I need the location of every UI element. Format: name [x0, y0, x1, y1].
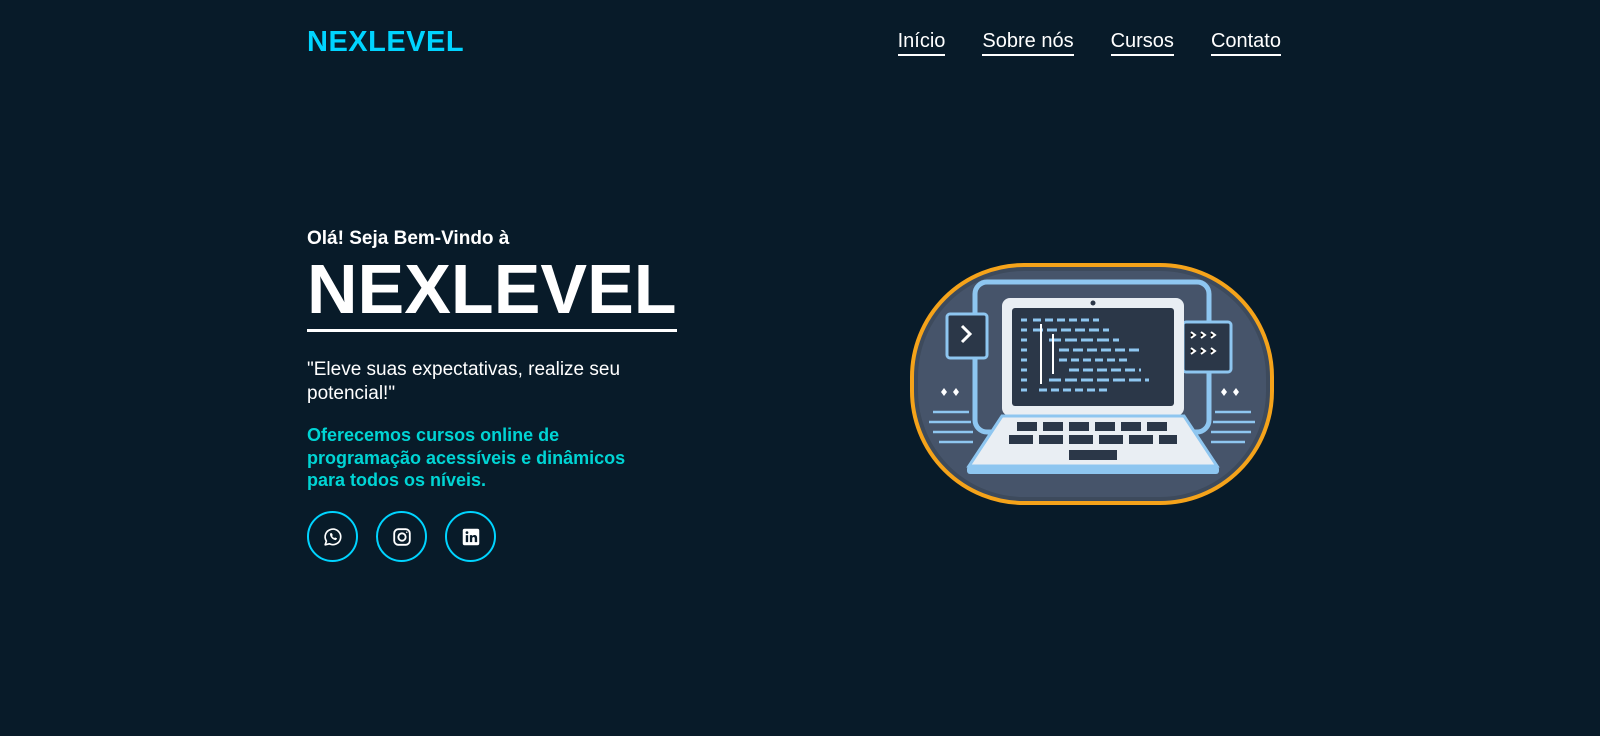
nav-link-cursos[interactable]: Cursos: [1110, 29, 1174, 56]
whatsapp-button[interactable]: [307, 511, 358, 563]
hero-quote: "Eleve suas expectativas, realize seu po…: [307, 359, 621, 405]
nav-link-contato[interactable]: Contato: [1210, 29, 1281, 56]
laptop-illustration: [909, 262, 1275, 506]
header: NEXLEVEL Início Sobre nós Cursos Contato: [307, 22, 1281, 62]
whatsapp-icon: [323, 528, 342, 546]
linkedin-button[interactable]: [445, 511, 496, 563]
page: NEXLEVEL Início Sobre nós Cursos Contato…: [0, 0, 1600, 736]
hero-greeting: Olá! Seja Bem-Vindo à: [307, 228, 510, 249]
nav-link-inicio[interactable]: Início: [897, 29, 946, 56]
instagram-icon: [392, 527, 411, 546]
laptop-code-icon: [910, 263, 1274, 505]
logo[interactable]: NEXLEVEL: [307, 26, 464, 59]
main-nav: Início Sobre nós Cursos Contato: [897, 29, 1281, 56]
hero-offer-text: Oferecemos cursos online de programação …: [307, 425, 626, 490]
social-links: [307, 511, 727, 563]
nav-link-sobre-nos[interactable]: Sobre nós: [982, 29, 1074, 56]
instagram-button[interactable]: [376, 511, 427, 563]
linkedin-icon: [462, 528, 479, 545]
hero-section: Olá! Seja Bem-Vindo à NEXLEVEL "Eleve su…: [307, 228, 727, 563]
hero-brand-title: NEXLEVEL: [307, 254, 677, 332]
